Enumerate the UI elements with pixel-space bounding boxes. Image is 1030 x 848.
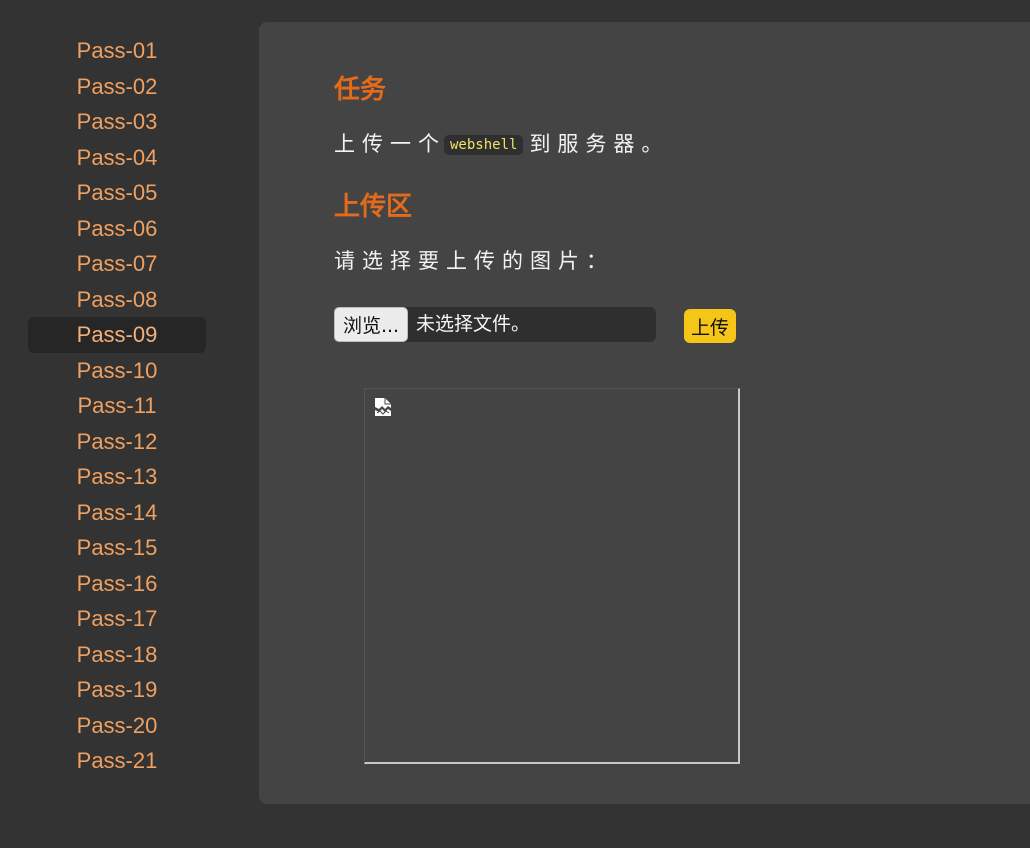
- sidebar-item-pass-03[interactable]: Pass-03: [28, 104, 206, 140]
- sidebar-item-pass-09[interactable]: Pass-09: [28, 317, 206, 353]
- sidebar-item-pass-08[interactable]: Pass-08: [28, 282, 206, 318]
- sidebar-item-pass-13[interactable]: Pass-13: [28, 459, 206, 495]
- sidebar-item-pass-05[interactable]: Pass-05: [28, 175, 206, 211]
- sidebar-item-pass-10[interactable]: Pass-10: [28, 353, 206, 389]
- broken-image-icon: [375, 398, 391, 416]
- sidebar-item-pass-19[interactable]: Pass-19: [28, 672, 206, 708]
- task-description: 上传一个 webshell 到服务器。: [334, 128, 669, 158]
- sidebar-item-pass-06[interactable]: Pass-06: [28, 211, 206, 247]
- sidebar-item-pass-18[interactable]: Pass-18: [28, 637, 206, 673]
- image-preview: [364, 388, 740, 764]
- sidebar-item-pass-07[interactable]: Pass-07: [28, 246, 206, 282]
- task-text-before: 上传一个: [334, 132, 446, 156]
- upload-button[interactable]: 上传: [684, 309, 736, 343]
- sidebar-item-pass-16[interactable]: Pass-16: [28, 566, 206, 602]
- sidebar-nav: Pass-01 Pass-02 Pass-03 Pass-04 Pass-05 …: [28, 33, 206, 779]
- sidebar-item-pass-20[interactable]: Pass-20: [28, 708, 206, 744]
- sidebar-item-pass-15[interactable]: Pass-15: [28, 530, 206, 566]
- upload-title: 上传区: [334, 191, 413, 221]
- browse-button[interactable]: 浏览...: [334, 307, 408, 342]
- webshell-code: webshell: [444, 135, 524, 155]
- file-input[interactable]: 浏览... 未选择文件。: [334, 307, 656, 342]
- sidebar-item-pass-01[interactable]: Pass-01: [28, 33, 206, 69]
- sidebar-item-pass-02[interactable]: Pass-02: [28, 69, 206, 105]
- sidebar-item-pass-14[interactable]: Pass-14: [28, 495, 206, 531]
- task-title: 任务: [334, 74, 387, 104]
- sidebar-item-pass-21[interactable]: Pass-21: [28, 743, 206, 779]
- sidebar-item-pass-12[interactable]: Pass-12: [28, 424, 206, 460]
- upload-prompt: 请选择要上传的图片：: [334, 249, 614, 273]
- file-status-label: 未选择文件。: [416, 313, 531, 335]
- sidebar-item-pass-11[interactable]: Pass-11: [28, 388, 206, 424]
- sidebar-item-pass-17[interactable]: Pass-17: [28, 601, 206, 637]
- task-text-after: 到服务器。: [529, 132, 670, 156]
- main-panel: 任务 上传一个 webshell 到服务器。 上传区 请选择要上传的图片： 浏览..…: [259, 22, 1030, 804]
- sidebar-item-pass-04[interactable]: Pass-04: [28, 140, 206, 176]
